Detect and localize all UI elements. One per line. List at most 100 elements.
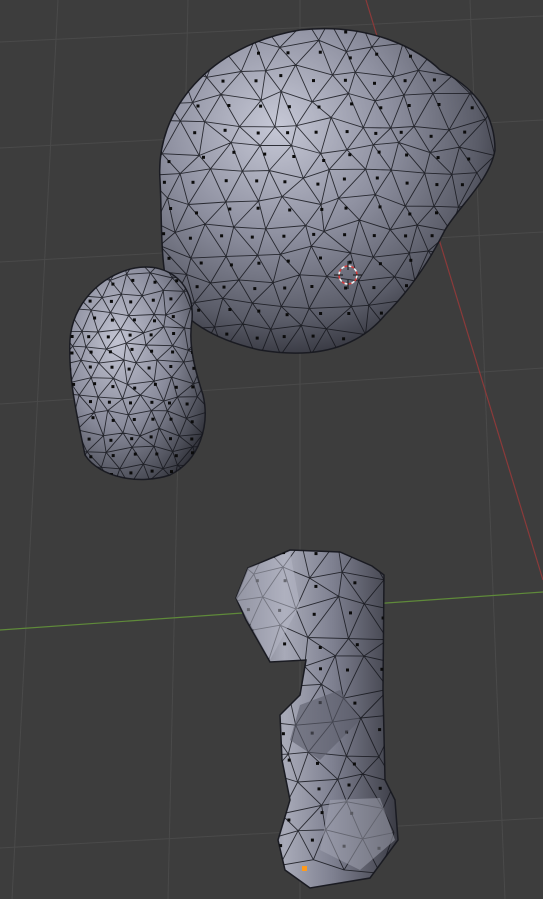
vertex-point[interactable]	[223, 128, 227, 132]
vertex-point[interactable]	[404, 28, 407, 31]
vertex-point[interactable]	[93, 382, 97, 386]
vertex-point[interactable]	[432, 78, 436, 82]
vertex-point[interactable]	[255, 336, 259, 340]
vertex-point[interactable]	[349, 611, 352, 615]
vertex-point[interactable]	[373, 81, 376, 85]
vertex-point[interactable]	[319, 312, 323, 315]
vertex-point[interactable]	[153, 319, 156, 323]
vertex-point[interactable]	[227, 104, 231, 107]
vertex-point[interactable]	[346, 668, 349, 672]
vertex-point[interactable]	[379, 106, 383, 110]
vertex-point[interactable]	[74, 420, 78, 424]
vertex-point[interactable]	[286, 131, 290, 135]
vertex-point[interactable]	[432, 286, 436, 290]
vertex-point[interactable]	[128, 333, 132, 337]
vertex-point[interactable]	[435, 211, 438, 215]
vertex-point[interactable]	[129, 401, 132, 405]
vertex-point[interactable]	[162, 130, 166, 134]
vertex-point[interactable]	[128, 263, 131, 266]
vertex-point[interactable]	[284, 672, 288, 676]
vertex-point[interactable]	[404, 234, 408, 238]
vertex-point[interactable]	[195, 285, 199, 289]
vertex-point[interactable]	[130, 437, 134, 441]
vertex-point[interactable]	[320, 811, 324, 815]
vertex-point[interactable]	[463, 282, 467, 286]
vertex-point[interactable]	[311, 334, 315, 338]
vertex-point[interactable]	[434, 337, 438, 340]
vertex-point[interactable]	[247, 845, 251, 849]
vertex-point[interactable]	[188, 468, 192, 472]
vertex-point[interactable]	[131, 278, 135, 282]
vertex-point[interactable]	[169, 365, 173, 368]
vertex-point[interactable]	[345, 130, 349, 134]
vertex-point[interactable]	[148, 263, 151, 266]
vertex-point[interactable]	[343, 78, 347, 82]
vertex-point[interactable]	[465, 78, 469, 82]
vertex-point[interactable]	[282, 234, 286, 238]
vertex-point[interactable]	[465, 339, 469, 343]
vertex-point[interactable]	[110, 365, 114, 369]
vertex-point[interactable]	[169, 297, 173, 301]
vertex-point[interactable]	[109, 438, 113, 442]
vertex-point[interactable]	[197, 308, 201, 312]
vertex-point[interactable]	[192, 366, 196, 370]
vertex-point[interactable]	[318, 646, 322, 649]
vertex-point[interactable]	[378, 728, 382, 732]
vertex-point[interactable]	[355, 643, 359, 647]
vertex-point[interactable]	[347, 783, 351, 787]
vertex-point[interactable]	[250, 235, 254, 239]
vertex-point[interactable]	[251, 818, 255, 822]
vertex-point[interactable]	[89, 471, 93, 475]
vertex-point[interactable]	[171, 350, 175, 354]
vertex-point[interactable]	[90, 281, 94, 285]
vertex-point[interactable]	[403, 79, 407, 83]
vertex-point[interactable]	[344, 286, 348, 290]
vertex-point[interactable]	[378, 262, 382, 266]
vertex-point[interactable]	[378, 786, 382, 790]
vertex-point[interactable]	[312, 232, 316, 236]
vertex-point[interactable]	[190, 420, 194, 424]
vertex-point[interactable]	[246, 672, 250, 676]
vertex-point[interactable]	[436, 156, 440, 160]
vertex-point[interactable]	[228, 207, 232, 211]
vertex-point[interactable]	[399, 130, 403, 134]
vertex-point[interactable]	[348, 260, 352, 264]
vertex-point[interactable]	[259, 104, 263, 108]
vertex-point[interactable]	[318, 50, 322, 54]
vertex-point[interactable]	[287, 818, 291, 822]
vertex-point[interactable]	[312, 612, 316, 616]
vertex-point[interactable]	[129, 300, 133, 304]
vertex-point[interactable]	[405, 284, 408, 288]
vertex-point[interactable]	[310, 838, 314, 842]
vertex-point[interactable]	[253, 287, 257, 291]
vertex-point[interactable]	[164, 30, 168, 34]
vertex-point[interactable]	[256, 131, 260, 135]
vertex-point[interactable]	[70, 351, 74, 355]
vertex-point[interactable]	[410, 308, 414, 312]
vertex-point[interactable]	[222, 285, 226, 289]
vertex-point[interactable]	[374, 131, 378, 135]
vertex-point[interactable]	[69, 263, 72, 266]
vertex-point[interactable]	[170, 470, 173, 474]
vertex-point[interactable]	[153, 382, 157, 386]
vertex-point[interactable]	[288, 208, 292, 212]
vertex-point[interactable]	[312, 79, 315, 83]
vertex-point[interactable]	[353, 581, 357, 585]
vertex-point[interactable]	[153, 280, 157, 284]
vertex-point[interactable]	[108, 265, 112, 268]
vertex-point[interactable]	[175, 279, 179, 283]
vertex-point[interactable]	[110, 318, 114, 322]
vertex-point[interactable]	[168, 56, 171, 60]
vertex-point[interactable]	[375, 176, 379, 180]
vertex-point[interactable]	[155, 452, 159, 456]
vertex-point[interactable]	[283, 642, 287, 646]
vertex-point[interactable]	[247, 556, 251, 560]
vertex-point[interactable]	[169, 437, 172, 441]
vertex-point[interactable]	[93, 316, 97, 320]
vertex-point[interactable]	[87, 262, 90, 265]
vertex-point[interactable]	[279, 74, 283, 78]
vertex-point[interactable]	[353, 701, 357, 705]
vertex-point[interactable]	[132, 418, 136, 421]
viewport-canvas[interactable]	[0, 0, 543, 899]
vertex-point[interactable]	[463, 130, 467, 134]
